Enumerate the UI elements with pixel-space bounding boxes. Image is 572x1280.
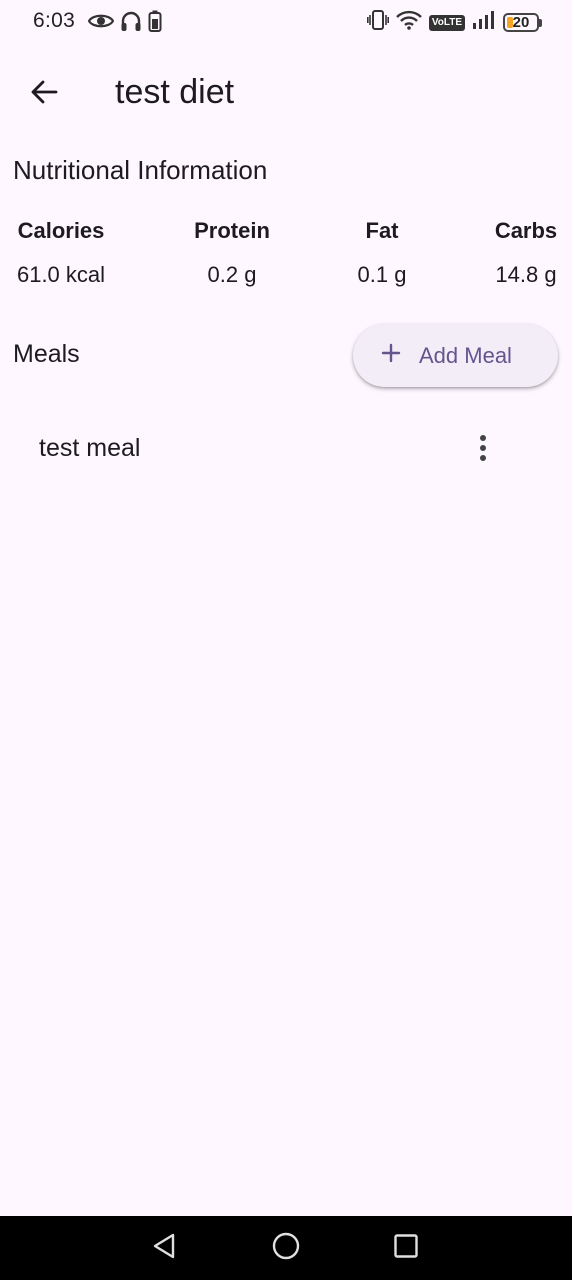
nutrition-heading: Nutritional Information xyxy=(13,155,268,185)
battery-body: 20 xyxy=(503,13,539,32)
more-vertical-icon xyxy=(479,434,487,467)
plus-icon xyxy=(381,343,401,368)
nutrient-calories: Calories 61.0 kcal xyxy=(0,218,136,288)
signal-icon xyxy=(472,10,496,35)
add-meal-button[interactable]: Add Meal xyxy=(353,324,558,387)
nav-recents-button[interactable] xyxy=(384,1226,428,1270)
nutrient-label: Protein xyxy=(194,218,270,243)
nutrient-label: Carbs xyxy=(494,218,558,243)
nav-back-button[interactable] xyxy=(142,1226,186,1270)
screen: 6:03 VoLTE 20 test diet Nutritional Info… xyxy=(0,0,572,1280)
nutrient-value: 61.0 kcal xyxy=(16,262,106,287)
nutrient-carbs: Carbs 14.8 g xyxy=(451,218,572,288)
volte-icon: VoLTE xyxy=(428,14,465,31)
nutrient-value: 0.2 g xyxy=(207,262,257,287)
recents-square-icon xyxy=(393,1233,419,1264)
meal-name: test meal xyxy=(39,434,141,462)
nutrient-label: Fat xyxy=(365,218,399,243)
nutrient-value: 0.1 g xyxy=(357,262,407,287)
nutrient-label: Calories xyxy=(17,218,105,243)
meals-heading: Meals xyxy=(13,340,80,368)
home-circle-icon xyxy=(271,1231,301,1266)
meal-more-button[interactable] xyxy=(460,426,506,474)
add-meal-label: Add Meal xyxy=(419,342,512,368)
battery-level: 20 xyxy=(512,14,530,31)
eye-icon xyxy=(87,11,115,36)
status-right-icons: VoLTE 20 xyxy=(366,9,542,36)
status-bar: 6:03 VoLTE 20 xyxy=(0,0,572,44)
app-bar: test diet xyxy=(0,56,572,132)
wifi-icon xyxy=(395,10,422,35)
nav-home-button[interactable] xyxy=(264,1226,308,1270)
nutrient-protein: Protein 0.2 g xyxy=(157,218,307,288)
page-title: test diet xyxy=(115,73,235,111)
system-nav-bar xyxy=(0,1216,572,1280)
arrow-left-icon xyxy=(30,80,58,109)
battery-icon: 20 xyxy=(503,13,542,32)
headphones-icon xyxy=(120,10,142,37)
nutrient-value: 14.8 g xyxy=(495,262,557,287)
back-button[interactable] xyxy=(20,70,68,118)
vibrate-icon xyxy=(366,9,389,36)
back-triangle-icon xyxy=(151,1232,177,1265)
battery-tip xyxy=(539,18,542,27)
status-left-icons xyxy=(87,10,162,37)
meal-list-item[interactable]: test meal xyxy=(0,412,572,488)
battery-saver-icon xyxy=(148,10,162,37)
nutrient-fat: Fat 0.1 g xyxy=(307,218,457,288)
status-time: 6:03 xyxy=(33,9,76,32)
